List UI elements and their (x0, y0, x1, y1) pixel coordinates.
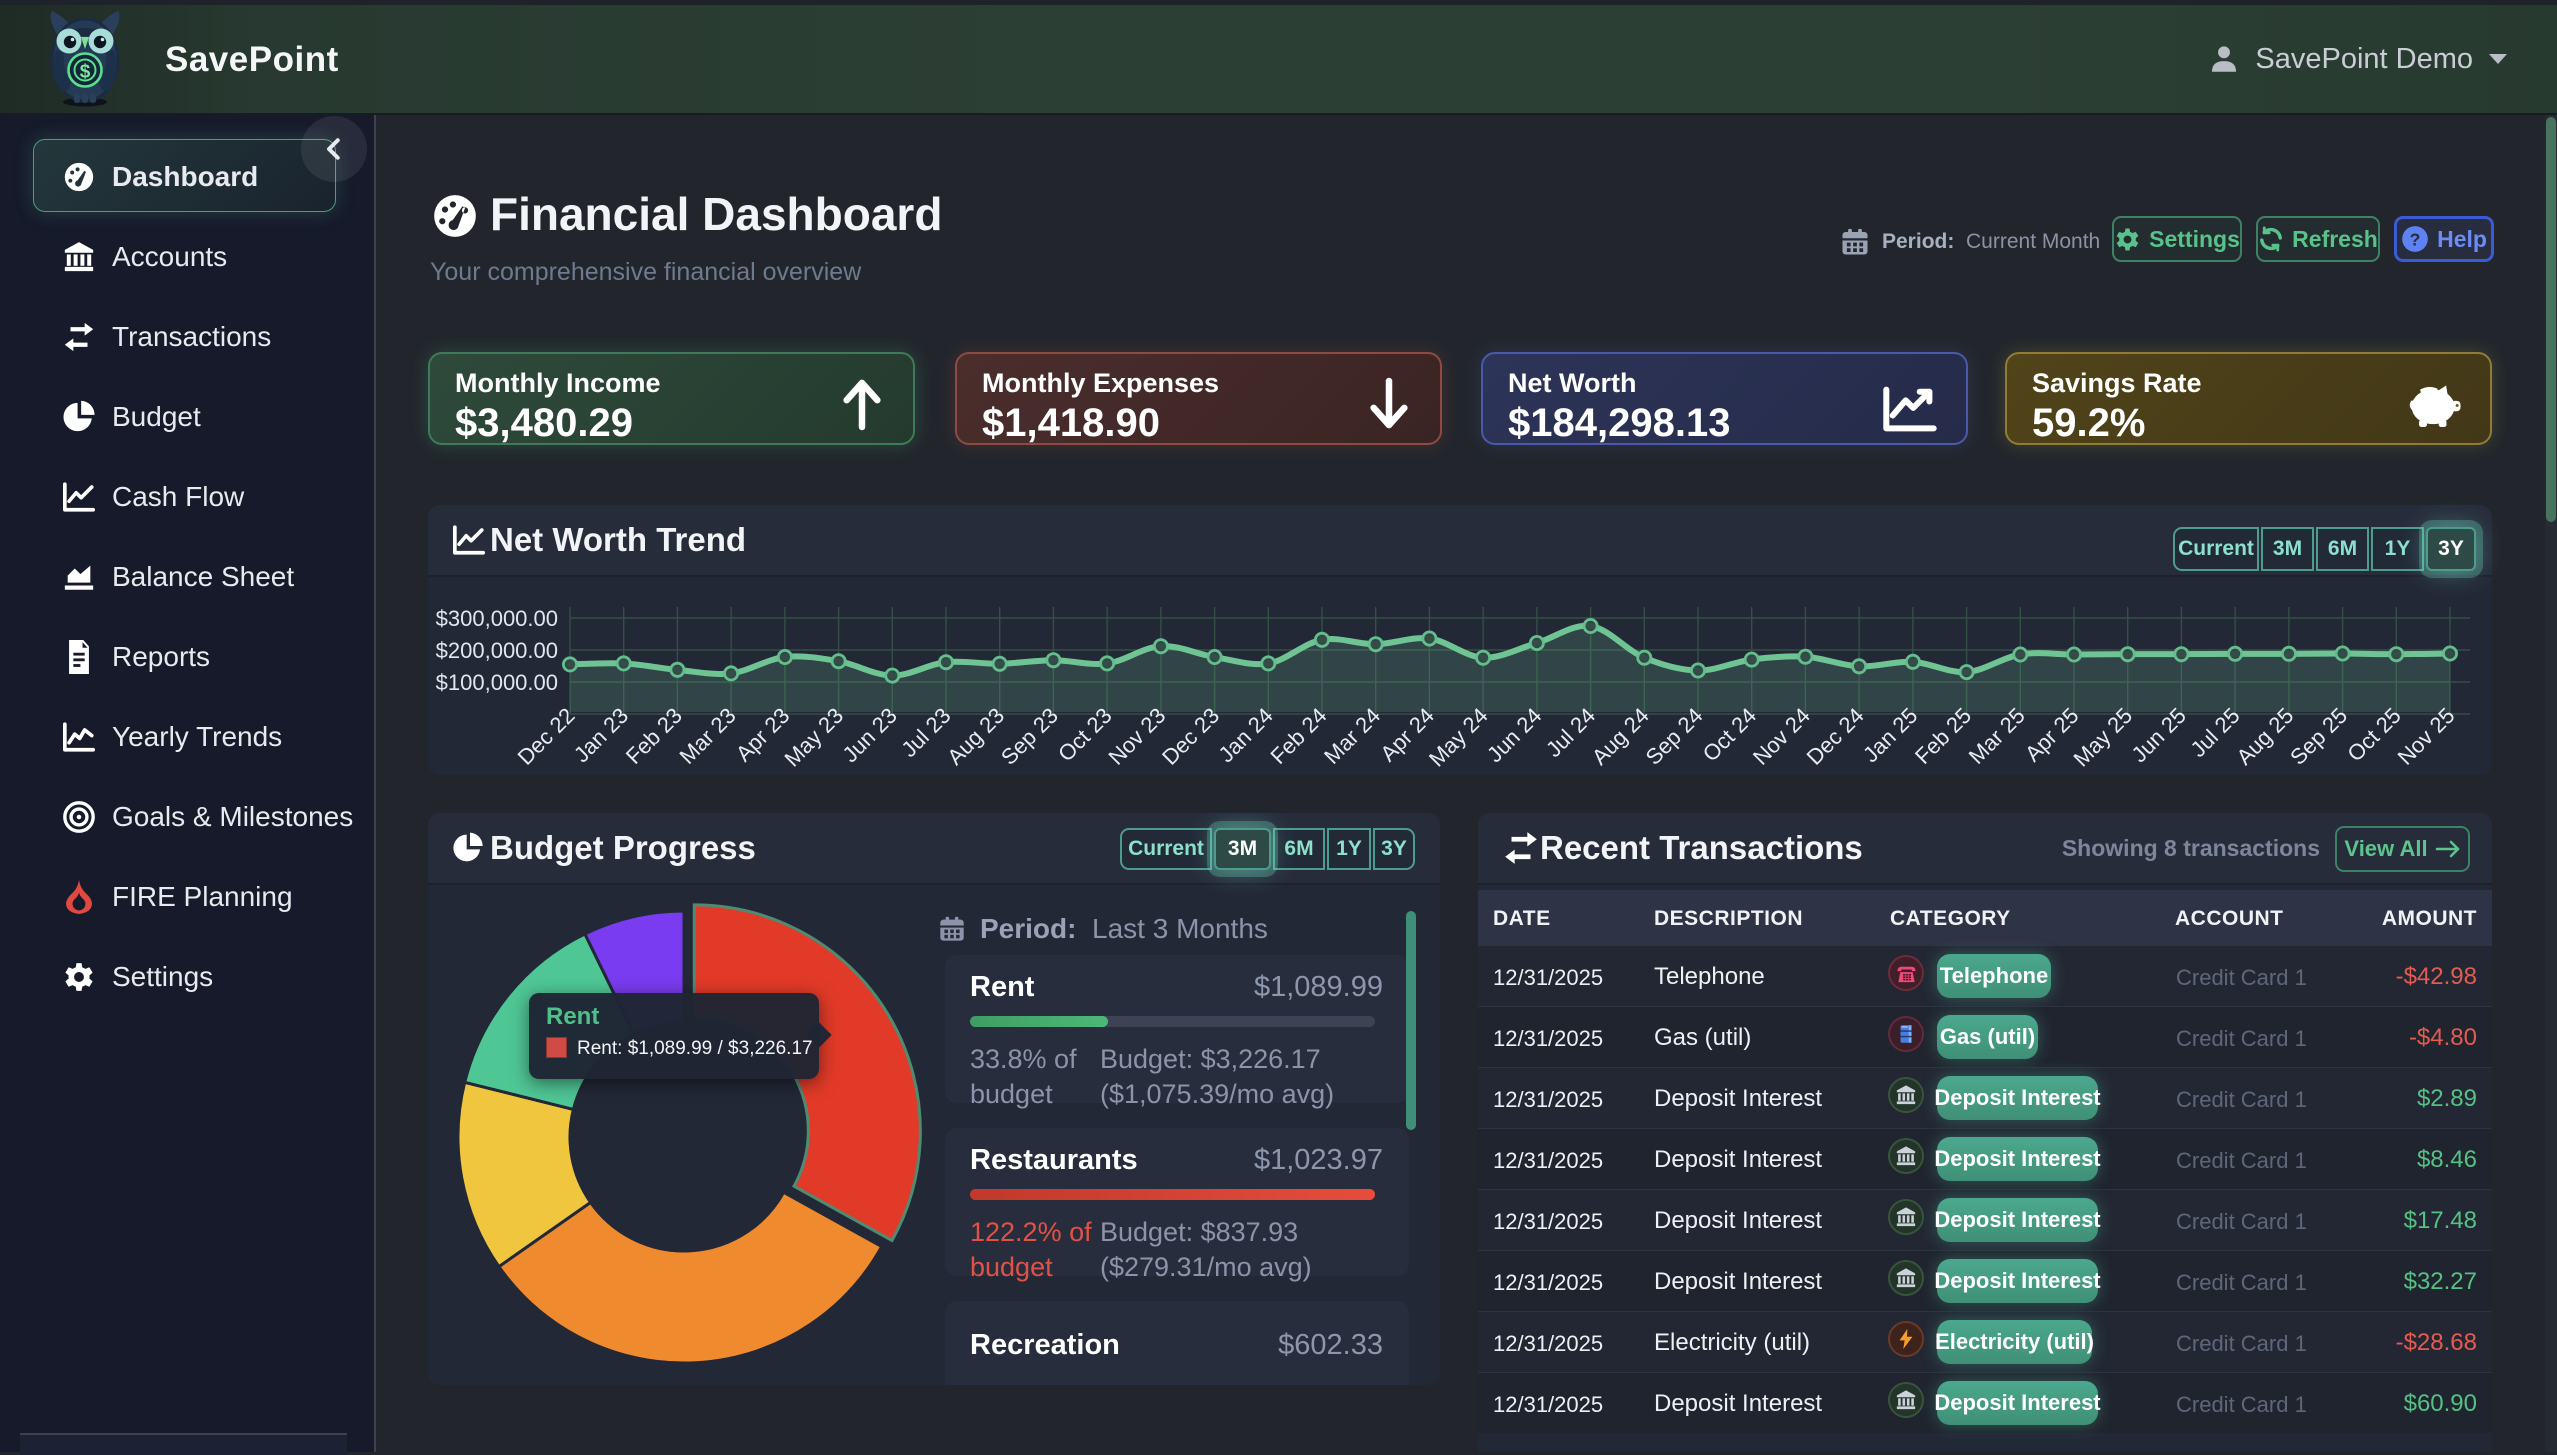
svg-text:$300,000.00: $300,000.00 (436, 606, 558, 631)
svg-text:Aug 23: Aug 23 (942, 703, 1009, 770)
svg-text:Jun 25: Jun 25 (2127, 703, 2191, 767)
svg-text:Jan 25: Jan 25 (1858, 703, 1922, 767)
svg-text:Mar 24: Mar 24 (1319, 703, 1385, 769)
svg-text:Mar 25: Mar 25 (1964, 703, 2030, 769)
svg-text:Sep 25: Sep 25 (2285, 703, 2352, 770)
svg-text:Dec 22: Dec 22 (513, 703, 580, 770)
svg-text:Feb 24: Feb 24 (1265, 703, 1331, 769)
svg-text:Sep 24: Sep 24 (1641, 703, 1708, 770)
svg-text:Aug 25: Aug 25 (2231, 703, 2298, 770)
svg-text:Jun 24: Jun 24 (1482, 703, 1546, 767)
svg-text:Dec 24: Dec 24 (1802, 703, 1869, 770)
svg-text:May 23: May 23 (779, 703, 848, 772)
svg-text:Feb 25: Feb 25 (1910, 703, 1976, 769)
svg-text:Mar 23: Mar 23 (675, 703, 741, 769)
svg-text:$: $ (80, 62, 91, 83)
svg-text:May 24: May 24 (1424, 703, 1493, 772)
svg-text:Sep 23: Sep 23 (996, 703, 1063, 770)
svg-text:May 25: May 25 (2069, 703, 2138, 772)
svg-text:?: ? (2410, 229, 2421, 249)
svg-text:$100,000.00: $100,000.00 (436, 670, 558, 695)
svg-text:Feb 23: Feb 23 (621, 703, 687, 769)
svg-text:Nov 25: Nov 25 (2393, 703, 2460, 770)
svg-text:Nov 23: Nov 23 (1103, 703, 1170, 770)
svg-text:$200,000.00: $200,000.00 (436, 638, 558, 663)
svg-text:Nov 24: Nov 24 (1748, 703, 1815, 770)
svg-text:Dec 23: Dec 23 (1157, 703, 1224, 770)
svg-text:Jan 24: Jan 24 (1213, 703, 1277, 767)
svg-text:Aug 24: Aug 24 (1587, 703, 1654, 770)
svg-text:Jun 23: Jun 23 (837, 703, 901, 767)
svg-text:Jan 23: Jan 23 (569, 703, 633, 767)
